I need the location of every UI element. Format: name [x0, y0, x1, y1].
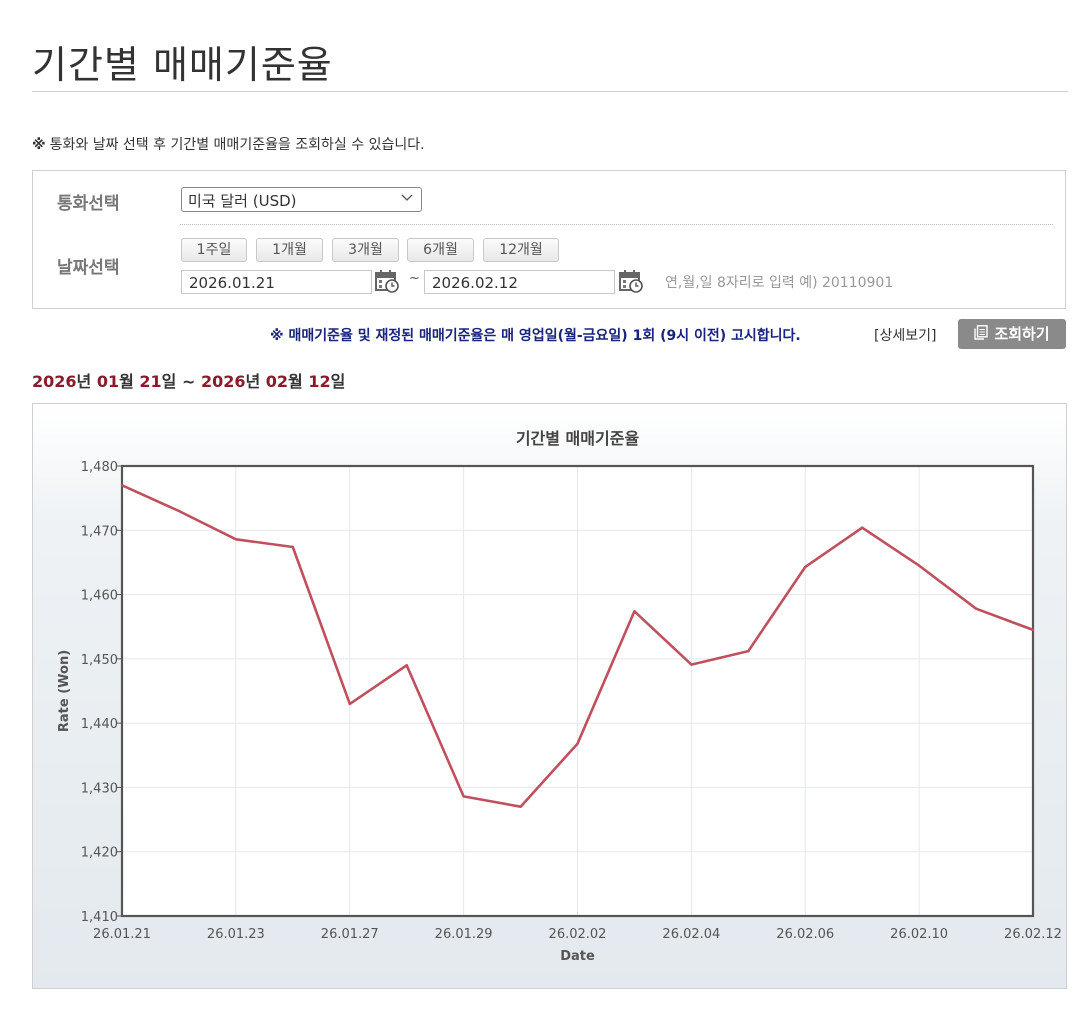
range-start-day: 21	[139, 372, 162, 391]
publication-notice: ※ 매매기준율 및 재정된 매매기준율은 매 영업일(월-금요일) 1회 (9시…	[270, 328, 801, 344]
chevron-down-icon	[401, 191, 413, 206]
data-point	[917, 564, 921, 567]
y-tick-label: 1,420	[81, 846, 118, 861]
row-divider	[180, 224, 1053, 225]
calendar-icon[interactable]	[619, 269, 643, 293]
chart-title: 기간별 매매기준율	[516, 429, 640, 448]
data-point	[519, 805, 522, 808]
x-tick-label: 26.01.27	[321, 927, 379, 942]
period-1week-button[interactable]: 1주일	[181, 238, 247, 262]
date-range-heading: 2026년 01월 21일 ~ 2026년 02월 12일	[32, 368, 345, 392]
x-tick-label: 26.02.12	[1004, 927, 1062, 942]
range-text: 일 ~	[161, 372, 201, 391]
data-point	[120, 484, 124, 487]
x-tick-label: 26.01.23	[207, 927, 265, 942]
data-point	[633, 610, 636, 613]
x-tick-label: 26.02.02	[549, 927, 607, 942]
data-point	[974, 607, 978, 610]
currency-selected-value: 미국 달러 (USD)	[188, 192, 297, 210]
date-label: 날짜선택	[57, 258, 120, 278]
range-end-month: 02	[265, 372, 289, 391]
data-point	[747, 649, 750, 653]
start-date-input[interactable]: 2026.01.21	[181, 270, 372, 294]
data-point	[690, 663, 693, 666]
data-point	[462, 795, 465, 798]
page-title: 기간별 매매기준율	[32, 43, 333, 87]
period-3month-button[interactable]: 3개월	[332, 238, 399, 262]
x-tick-label: 26.01.29	[435, 927, 493, 942]
date-separator: ~	[409, 271, 420, 286]
notice-mark: ※	[32, 137, 46, 153]
range-text: 월	[119, 372, 140, 391]
search-button[interactable]: 조회하기	[958, 319, 1066, 349]
y-axis-label: Rate (Won)	[57, 650, 72, 732]
y-tick-label: 1,450	[81, 653, 118, 668]
currency-select[interactable]: 미국 달러 (USD)	[181, 187, 422, 212]
document-icon	[974, 320, 989, 350]
x-axis-label: Date	[560, 949, 595, 964]
range-text: 월	[288, 372, 309, 391]
rate-chart: 1,410 1,420 1,430 1,440 1,450 1,460 1,470 1,480…	[57, 429, 1062, 964]
data-point	[860, 526, 864, 529]
search-panel: 통화선택 미국 달러 (USD) 날짜선택 1주일 1개월 3개월 6개월 12…	[32, 170, 1066, 309]
period-12month-button[interactable]: 12개월	[483, 238, 559, 262]
data-point	[405, 664, 408, 667]
data-point	[1031, 628, 1035, 632]
range-text: 일	[330, 372, 346, 391]
range-text: 년	[76, 372, 97, 391]
range-start-year: 2026	[32, 372, 77, 391]
range-end-year: 2026	[200, 372, 246, 391]
detail-link[interactable]: [상세보기]	[874, 325, 936, 345]
period-1month-button[interactable]: 1개월	[256, 238, 323, 262]
x-tick-label: 26.02.06	[776, 927, 834, 942]
data-point	[177, 509, 181, 513]
title-divider	[32, 91, 1068, 92]
x-tick-label: 26.02.04	[662, 927, 720, 942]
data-point	[576, 742, 579, 745]
notice-text: 통화와 날짜 선택 후 기간별 매매기준율을 조회하실 수 있습니다.	[49, 137, 425, 153]
x-tick-label: 26.01.21	[93, 927, 151, 942]
range-end-day: 12	[308, 372, 331, 391]
data-point	[234, 538, 238, 541]
y-tick-label: 1,430	[81, 781, 118, 796]
notice: ※ 통화와 날짜 선택 후 기간별 매매기준율을 조회하실 수 있습니다.	[32, 134, 425, 154]
date-hint: 연,월,일 8자리로 입력 예) 20110901	[665, 275, 894, 291]
period-6month-button[interactable]: 6개월	[407, 238, 474, 262]
y-tick-label: 1,470	[81, 524, 118, 539]
data-point	[804, 565, 807, 569]
y-tick-label: 1,480	[81, 460, 118, 475]
currency-label: 통화선택	[57, 194, 120, 214]
y-tick-label: 1,460	[81, 589, 118, 604]
y-tick-label: 1,410	[81, 910, 118, 925]
range-start-month: 01	[96, 372, 120, 391]
y-tick-label: 1,440	[81, 717, 118, 732]
data-point	[291, 545, 295, 549]
data-point	[348, 702, 351, 706]
end-date-input[interactable]: 2026.02.12	[424, 270, 615, 294]
search-button-label: 조회하기	[994, 325, 1050, 343]
x-tick-label: 26.02.10	[890, 927, 948, 942]
calendar-icon[interactable]	[375, 269, 399, 293]
range-text: 년	[245, 372, 266, 391]
chart-container: 1,410 1,420 1,430 1,440 1,450 1,460 1,470 1,480…	[32, 403, 1067, 989]
